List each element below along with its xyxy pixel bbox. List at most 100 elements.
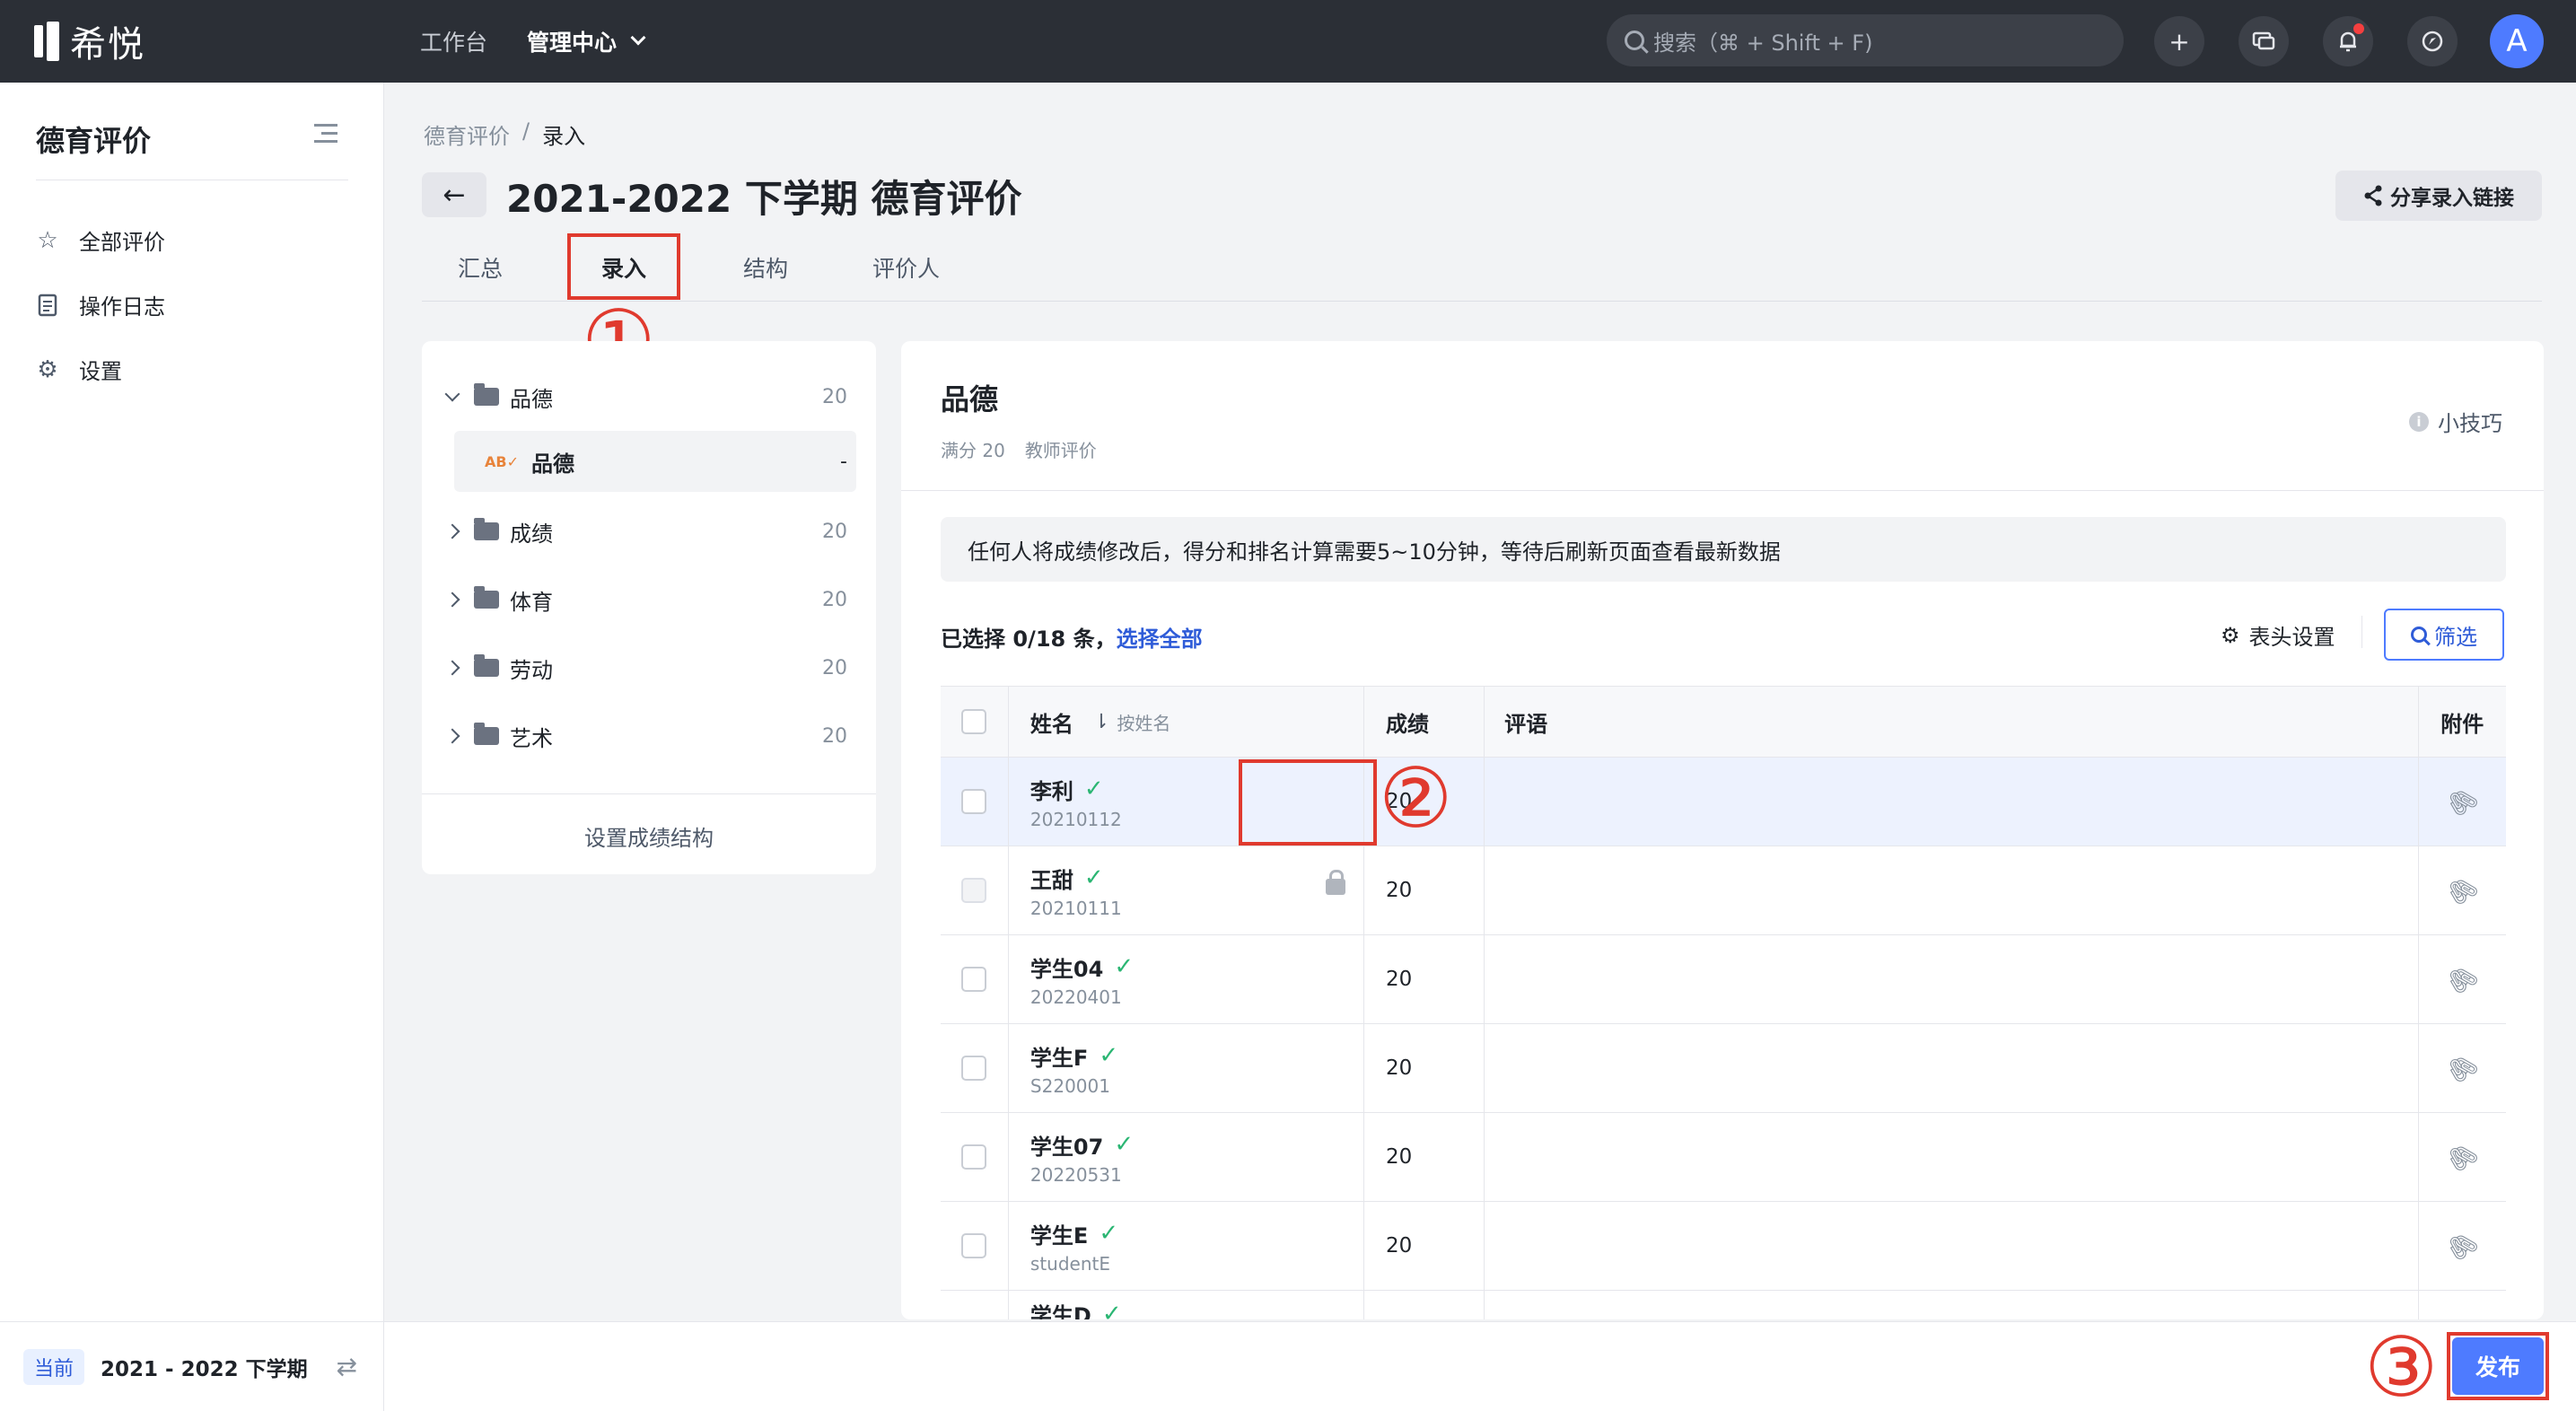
score-cell[interactable] bbox=[1364, 1291, 1485, 1319]
full-score: 满分 20 bbox=[941, 440, 1005, 461]
nav-workbench[interactable]: 工作台 bbox=[420, 25, 487, 57]
app-logo[interactable]: 希悦 bbox=[34, 16, 145, 66]
comment-cell[interactable] bbox=[1485, 1291, 2419, 1319]
tab-evaluators[interactable]: 评价人 bbox=[872, 251, 940, 284]
student-name: 学生E bbox=[1030, 1223, 1089, 1249]
panel-subtitle: 满分 20 教师评价 bbox=[941, 436, 1097, 462]
category-count: 20 bbox=[822, 520, 847, 543]
score-cell[interactable]: 20 bbox=[1364, 935, 1485, 1023]
category-label: 体育 bbox=[510, 589, 553, 615]
category-laodong[interactable]: 劳动 20 bbox=[442, 641, 856, 695]
comment-cell[interactable] bbox=[1485, 1024, 2419, 1112]
check-icon: ✓ bbox=[1114, 1131, 1135, 1158]
entry-panel: 品德 满分 20 教师评价 i 小技巧 任何人将成绩修改后，得分和排名计算需要5… bbox=[901, 341, 2544, 1319]
sidebar-item-label: 全部评价 bbox=[79, 230, 165, 255]
current-term-switcher[interactable]: 当前 2021 - 2022 下学期 ⇄ bbox=[0, 1321, 384, 1411]
comment-cell[interactable] bbox=[1485, 758, 2419, 846]
set-score-structure-button[interactable]: 设置成绩结构 bbox=[422, 820, 876, 852]
page-title: 2021-2022 下学期 德育评价 bbox=[506, 177, 1022, 221]
category-chengji[interactable]: 成绩 20 bbox=[442, 504, 856, 558]
student-id: 20220401 bbox=[1030, 986, 1122, 1008]
notice-banner: 任何人将成绩修改后，得分和排名计算需要5~10分钟，等待后刷新页面查看最新数据 bbox=[941, 517, 2506, 582]
sort-by-name-label: 按姓名 bbox=[1117, 712, 1171, 734]
collapse-sidebar-icon[interactable] bbox=[314, 124, 337, 144]
comment-cell[interactable] bbox=[1485, 1202, 2419, 1290]
student-id: 20210112 bbox=[1030, 808, 1122, 830]
subcategory-pinde[interactable]: AB✓ 品德 - bbox=[454, 431, 856, 492]
category-tiyu[interactable]: 体育 20 bbox=[442, 573, 856, 627]
paperclip-icon[interactable]: 🖇 bbox=[2440, 1047, 2484, 1090]
header-settings-button[interactable]: ⚙ 表头设置 bbox=[2221, 619, 2335, 651]
sidebar-item-settings[interactable]: ⚙ 设置 bbox=[36, 354, 122, 385]
select-all-link[interactable]: 选择全部 bbox=[1117, 627, 1203, 652]
sidebar-item-operation-log[interactable]: 操作日志 bbox=[36, 289, 165, 320]
row-checkbox[interactable] bbox=[961, 1056, 987, 1081]
chevron-right-icon bbox=[444, 660, 460, 676]
lock-icon bbox=[1325, 870, 1345, 895]
table-row: 学生F ✓ S220001 20 🖇 bbox=[941, 1024, 2506, 1113]
attachment-cell: 🖇 bbox=[2419, 935, 2506, 1023]
student-cell: 学生F ✓ S220001 bbox=[1009, 1024, 1364, 1112]
sort-by-name-button[interactable]: ⇂ 按姓名 bbox=[1093, 709, 1170, 735]
row-checkbox[interactable] bbox=[961, 967, 987, 992]
score-cell[interactable]: 20 bbox=[1364, 1024, 1485, 1112]
sidebar-item-all-evaluations[interactable]: ☆ 全部评价 bbox=[36, 224, 165, 256]
logo-text: 希悦 bbox=[70, 24, 145, 66]
student-name: 王甜 bbox=[1030, 867, 1073, 893]
swap-icon[interactable]: ⇄ bbox=[337, 1352, 357, 1381]
current-tag: 当前 bbox=[23, 1348, 85, 1385]
paperclip-icon[interactable]: 🖇 bbox=[2440, 1135, 2484, 1179]
score-table: 姓名 ⇂ 按姓名 成绩 评语 附件 李利 ✓ 20210112 20 🖇 王甜 … bbox=[941, 686, 2506, 1319]
breadcrumb-item[interactable]: 德育评价 bbox=[424, 118, 510, 150]
share-entry-link-button[interactable]: 分享录入链接 bbox=[2335, 171, 2542, 221]
tips-link[interactable]: i 小技巧 bbox=[2409, 406, 2502, 437]
paperclip-icon[interactable]: 🖇 bbox=[2440, 869, 2484, 912]
row-checkbox[interactable] bbox=[961, 1233, 987, 1258]
user-avatar[interactable]: A bbox=[2490, 14, 2544, 68]
comment-cell[interactable] bbox=[1485, 846, 2419, 934]
category-count: 20 bbox=[822, 588, 847, 611]
chevron-right-icon bbox=[444, 592, 460, 608]
category-pinde[interactable]: 品德 20 bbox=[442, 370, 856, 424]
score-cell[interactable]: 20 bbox=[1364, 846, 1485, 934]
comment-cell[interactable] bbox=[1485, 1113, 2419, 1201]
row-checkbox-cell bbox=[941, 1024, 1009, 1112]
sort-icon: ⇂ bbox=[1092, 710, 1110, 733]
publish-button[interactable]: 发布 bbox=[2452, 1337, 2544, 1395]
row-checkbox[interactable] bbox=[961, 1144, 987, 1170]
comment-cell[interactable] bbox=[1485, 935, 2419, 1023]
panel-title: 品德 bbox=[941, 382, 999, 416]
global-search-input[interactable]: 搜索（⌘ + Shift + F) bbox=[1607, 14, 2124, 66]
score-value: 20 bbox=[1385, 968, 1413, 991]
row-checkbox[interactable] bbox=[961, 878, 987, 903]
paperclip-icon[interactable]: 🖇 bbox=[2440, 1224, 2484, 1267]
paperclip-icon[interactable]: 🖇 bbox=[2440, 780, 2484, 823]
app-switch-button[interactable] bbox=[2407, 16, 2458, 66]
tab-summary[interactable]: 汇总 bbox=[458, 251, 503, 284]
score-value: 20 bbox=[1385, 1234, 1413, 1258]
folder-icon bbox=[474, 518, 499, 540]
row-checkbox[interactable] bbox=[961, 789, 987, 814]
messages-button[interactable] bbox=[2239, 16, 2289, 66]
student-cell: 学生07 ✓ 20220531 bbox=[1009, 1113, 1364, 1201]
back-button[interactable]: ← bbox=[422, 172, 486, 217]
category-yishu[interactable]: 艺术 20 bbox=[442, 709, 856, 763]
score-cell[interactable]: 20 bbox=[1364, 1202, 1485, 1290]
nav-admin-center[interactable]: 管理中心 bbox=[527, 25, 646, 57]
category-divider bbox=[422, 793, 876, 794]
add-button[interactable]: + bbox=[2154, 16, 2204, 66]
student-cell: 王甜 ✓ 20210111 bbox=[1009, 846, 1364, 934]
filter-button[interactable]: 筛选 bbox=[2384, 609, 2504, 661]
search-icon bbox=[2411, 627, 2427, 643]
score-cell[interactable]: 20 bbox=[1364, 1113, 1485, 1201]
column-attachment-label: 附件 bbox=[2440, 711, 2484, 737]
select-all-checkbox[interactable] bbox=[961, 709, 987, 734]
breadcrumb-current: 录入 bbox=[542, 124, 586, 149]
chevron-right-icon bbox=[444, 523, 460, 539]
sidebar: 德育评价 ☆ 全部评价 操作日志 ⚙ 设置 当前 2021 - 2022 下学期… bbox=[0, 83, 384, 1411]
notifications-button[interactable] bbox=[2323, 16, 2373, 66]
sidebar-title: 德育评价 bbox=[36, 124, 152, 158]
paperclip-icon[interactable]: 🖇 bbox=[2440, 958, 2484, 1001]
tab-structure[interactable]: 结构 bbox=[743, 251, 788, 284]
score-value: 20 bbox=[1385, 1145, 1413, 1169]
